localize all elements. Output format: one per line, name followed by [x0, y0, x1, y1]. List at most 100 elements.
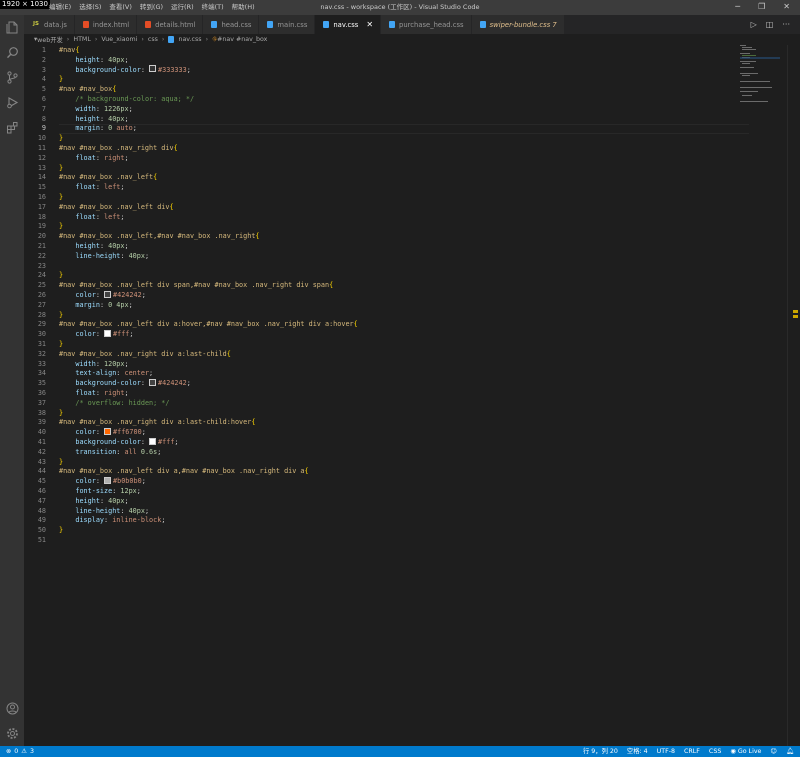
code-line[interactable]: 45 color: #b0b0b0; [24, 476, 744, 486]
error-icon[interactable]: ⊗ [6, 746, 11, 757]
code-line[interactable]: 35 background-color: #424242; [24, 378, 744, 388]
tab-purchase_head-css[interactable]: purchase_head.css [381, 15, 472, 34]
code-line[interactable]: 19} [24, 221, 744, 231]
code-line[interactable]: 50} [24, 525, 744, 535]
breadcrumb-item[interactable]: Vue_xiaomi [101, 36, 137, 43]
tab-head-css[interactable]: head.css [203, 15, 260, 34]
tab-details-html[interactable]: details.html [137, 15, 204, 34]
color-swatch[interactable] [104, 427, 112, 435]
code-line[interactable]: 39 #nav #nav_box .nav_right div a:last-ch… [24, 417, 744, 427]
code-line[interactable]: 7 width: 1226px; [24, 104, 744, 114]
code-line[interactable]: 12 float: right; [24, 153, 744, 163]
vertical-scrollbar[interactable] [787, 45, 800, 746]
color-swatch[interactable] [149, 437, 157, 445]
menu-item[interactable]: 运行(R) [171, 3, 194, 12]
code-line[interactable]: 43} [24, 457, 744, 467]
code-line[interactable]: 14 #nav #nav_box .nav_left{ [24, 172, 744, 182]
code-line[interactable]: 15 float: left; [24, 182, 744, 192]
breadcrumb-item[interactable]: web开发 [37, 35, 63, 44]
code-line[interactable]: 20 #nav #nav_box .nav_left,#nav #nav_box … [24, 231, 744, 241]
account-icon[interactable] [0, 696, 24, 721]
code-line[interactable]: 18 float: left; [24, 212, 744, 222]
menu-item[interactable]: 查看(V) [109, 3, 132, 12]
code-line[interactable]: 36 float: right; [24, 388, 744, 398]
tab-nav-css[interactable]: nav.css ✕ [315, 15, 382, 34]
end-of-line[interactable]: CRLF [684, 746, 700, 757]
code-line[interactable]: 11 #nav #nav_box .nav_right div{ [24, 143, 744, 153]
cursor-position[interactable]: 行 9，列 20 [583, 746, 618, 757]
code-line[interactable]: 40 color: #ff6700; [24, 427, 744, 437]
breadcrumb-item[interactable]: HTML [73, 36, 91, 43]
code-line[interactable]: 27 margin: 0 4px; [24, 300, 744, 310]
close-tab-icon[interactable]: ✕ [366, 20, 373, 29]
tab-index-html[interactable]: index.html [74, 15, 138, 34]
split-editor-icon[interactable]: ◫ [766, 20, 774, 29]
code-editor[interactable]: 1 #nav{2 height: 40px; 3 background-color:… [24, 45, 800, 746]
code-line[interactable]: 17 #nav #nav_box .nav_left div{ [24, 202, 744, 212]
code-line[interactable]: 34 text-align: center; [24, 368, 744, 378]
code-line[interactable]: 10} [24, 133, 744, 143]
code-line[interactable]: 42 transition: all 0.6s; [24, 447, 744, 457]
code-line[interactable]: 51 [24, 535, 744, 545]
code-line[interactable]: 29 #nav #nav_box .nav_left div a:hover,#n… [24, 319, 744, 329]
source-control-icon[interactable] [0, 65, 24, 90]
language-mode[interactable]: CSS [709, 746, 721, 757]
menu-item[interactable]: 转到(G) [140, 3, 163, 12]
code-line[interactable]: 8 height: 40px; [24, 114, 744, 124]
run-icon[interactable]: ▷ [751, 20, 757, 29]
notifications-icon[interactable]: 🔔︎ [786, 746, 794, 757]
code-line[interactable]: 33 width: 120px; [24, 359, 744, 369]
code-line[interactable]: 31} [24, 339, 744, 349]
error-count[interactable]: 0 [14, 746, 18, 757]
code-line[interactable]: 21 height: 40px; [24, 241, 744, 251]
minimap[interactable] [740, 45, 780, 105]
code-line[interactable]: 49 display: inline-block; [24, 515, 744, 525]
extensions-icon[interactable] [0, 115, 24, 140]
tab-data-js[interactable]: JS data.js [24, 15, 75, 34]
encoding[interactable]: UTF-8 [657, 746, 675, 757]
explorer-icon[interactable] [0, 15, 24, 40]
color-swatch[interactable] [149, 378, 157, 386]
code-line[interactable]: 1 #nav{ [24, 45, 744, 55]
code-line[interactable]: 6 /* background-color: aqua; */ [24, 94, 744, 104]
minimize-icon[interactable]: ─ [735, 2, 740, 12]
code-line[interactable]: 5 #nav #nav_box{ [24, 84, 744, 94]
tab-swiper-bundle-css[interactable]: swiper-bundle.css 7 [471, 15, 565, 34]
code-line[interactable]: 41 background-color: #fff; [24, 437, 744, 447]
search-icon[interactable] [0, 40, 24, 65]
manage-gear-icon[interactable] [0, 721, 24, 746]
color-swatch[interactable] [104, 329, 112, 337]
code-line[interactable]: 2 height: 40px; [24, 55, 744, 65]
breadcrumb-item[interactable]: #nav #nav_box [217, 36, 267, 43]
code-line[interactable]: 23 [24, 261, 744, 271]
code-line[interactable]: 48 line-height: 40px; [24, 506, 744, 516]
indentation[interactable]: 空格: 4 [627, 746, 648, 757]
code-line[interactable]: 32 #nav #nav_box .nav_right div a:last-ch… [24, 349, 744, 359]
code-line[interactable]: 30 color: #fff; [24, 329, 744, 339]
color-swatch[interactable] [104, 290, 112, 298]
run-debug-icon[interactable] [0, 90, 24, 115]
color-swatch[interactable] [149, 65, 157, 73]
code-line[interactable]: 22 line-height: 40px; [24, 251, 744, 261]
code-line[interactable]: 13} [24, 163, 744, 173]
go-live-button[interactable]: ◉ Go Live [730, 746, 761, 757]
code-line[interactable]: 38} [24, 408, 744, 418]
code-line[interactable]: 26 color: #424242; [24, 290, 744, 300]
code-line[interactable]: 24} [24, 270, 744, 280]
code-line[interactable]: 16} [24, 192, 744, 202]
warning-count[interactable]: 3 [30, 746, 34, 757]
code-line[interactable]: 47 height: 40px; [24, 496, 744, 506]
code-line[interactable]: 3 background-color: #333333; [24, 65, 744, 75]
code-line[interactable]: 4} [24, 74, 744, 84]
menu-item[interactable]: 编辑(E) [49, 3, 71, 12]
breadcrumb-item[interactable]: nav.css [178, 36, 201, 43]
code-line[interactable]: 28} [24, 310, 744, 320]
restore-icon[interactable]: ❐ [758, 2, 765, 12]
code-line[interactable]: 46 font-size: 12px; [24, 486, 744, 496]
menu-item[interactable]: 终端(T) [202, 3, 224, 12]
color-swatch[interactable] [104, 476, 112, 484]
code-line[interactable]: 9 margin: 0 auto; [24, 123, 744, 133]
breadcrumb-item[interactable]: css [148, 36, 158, 43]
warning-icon[interactable]: ⚠ [21, 746, 27, 757]
close-window-icon[interactable]: ✕ [783, 2, 790, 12]
